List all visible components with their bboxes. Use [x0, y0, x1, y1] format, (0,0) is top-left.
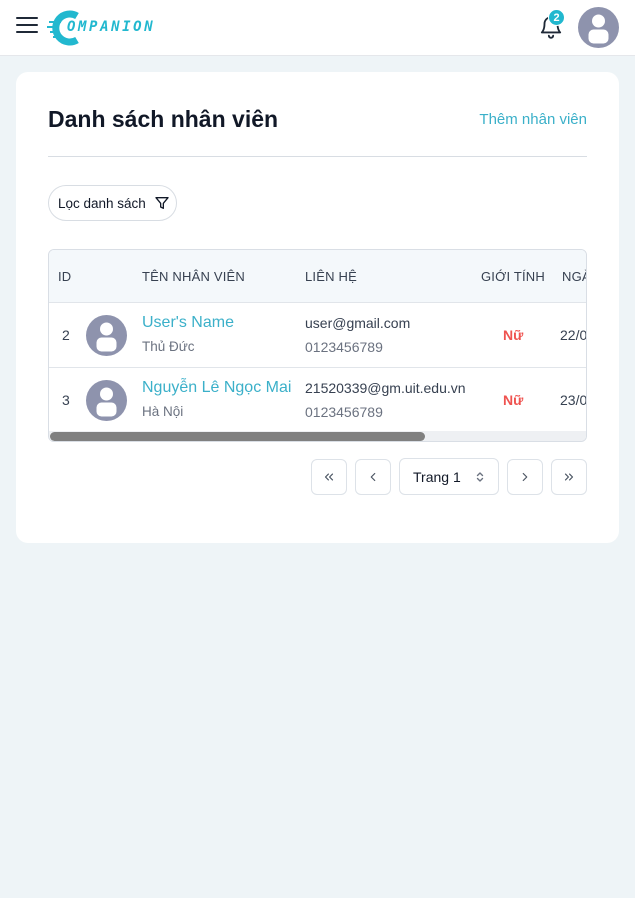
- employee-city: Hà Nội: [142, 404, 184, 419]
- employee-email: 21520339@gm.uit.edu.vn: [305, 380, 466, 396]
- employee-city: Thủ Đức: [142, 339, 195, 354]
- employee-phone: 0123456789: [305, 404, 383, 420]
- header-id[interactable]: ID: [58, 269, 71, 284]
- top-bar: OMPANION 2: [0, 0, 635, 56]
- employee-name-link[interactable]: User's Name: [142, 314, 234, 332]
- hamburger-menu-icon[interactable]: [14, 14, 40, 38]
- user-avatar-icon: [86, 380, 127, 421]
- employee-date: 23/0: [560, 392, 587, 408]
- previous-page-button[interactable]: [355, 459, 391, 495]
- funnel-icon: [155, 197, 169, 209]
- user-avatar-icon[interactable]: [578, 7, 619, 48]
- table-row[interactable]: 2 User's Name Thủ Đức user@gmail.com 012…: [49, 303, 587, 368]
- table-row[interactable]: 3 Nguyễn Lê Ngọc Mai Hà Nội 21520339@gm.…: [49, 368, 587, 433]
- header-date[interactable]: NGÀ: [562, 269, 586, 284]
- chevron-left-icon: [370, 472, 376, 482]
- notification-badge: 2: [548, 9, 565, 26]
- employee-name-link[interactable]: Nguyễn Lê Ngọc Mai: [142, 379, 291, 397]
- filter-list-button[interactable]: Lọc danh sách: [48, 185, 177, 221]
- user-avatar-icon: [86, 315, 127, 356]
- page-title: Danh sách nhân viên: [48, 106, 279, 132]
- header-name[interactable]: TÊN NHÂN VIÊN: [142, 269, 245, 284]
- header-gender[interactable]: GIỚI TÍNH: [481, 269, 545, 284]
- employee-date: 22/0: [560, 327, 587, 343]
- employee-phone: 0123456789: [305, 339, 383, 355]
- next-page-button[interactable]: [507, 459, 543, 495]
- last-page-button[interactable]: [551, 459, 587, 495]
- logo-text: OMPANION: [67, 19, 156, 35]
- chevron-up-down-icon: [476, 472, 484, 482]
- row-id: 2: [62, 327, 70, 343]
- page-select-value: Trang 1: [413, 468, 461, 485]
- row-id: 3: [62, 392, 70, 408]
- table-header: ID TÊN NHÂN VIÊN LIÊN HỆ GIỚI TÍNH NGÀ: [49, 250, 586, 303]
- employee-table: ID TÊN NHÂN VIÊN LIÊN HỆ GIỚI TÍNH NGÀ 2…: [48, 249, 587, 442]
- scrollbar-thumb[interactable]: [50, 432, 425, 441]
- divider: [48, 156, 587, 157]
- page-select[interactable]: Trang 1: [399, 458, 499, 495]
- employee-email: user@gmail.com: [305, 315, 411, 331]
- header-contact[interactable]: LIÊN HỆ: [305, 269, 357, 284]
- horizontal-scrollbar[interactable]: [49, 431, 586, 441]
- employee-gender: Nữ: [503, 392, 524, 408]
- double-chevron-right-icon: [564, 473, 574, 481]
- add-employee-link[interactable]: Thêm nhân viên: [479, 111, 587, 128]
- companion-logo[interactable]: OMPANION: [47, 10, 171, 46]
- first-page-button[interactable]: [311, 459, 347, 495]
- employee-gender: Nữ: [503, 327, 524, 343]
- employee-list-card: Danh sách nhân viên Thêm nhân viên Lọc d…: [16, 72, 619, 543]
- chevron-right-icon: [522, 472, 528, 482]
- double-chevron-left-icon: [324, 473, 334, 481]
- filter-button-label: Lọc danh sách: [58, 195, 146, 211]
